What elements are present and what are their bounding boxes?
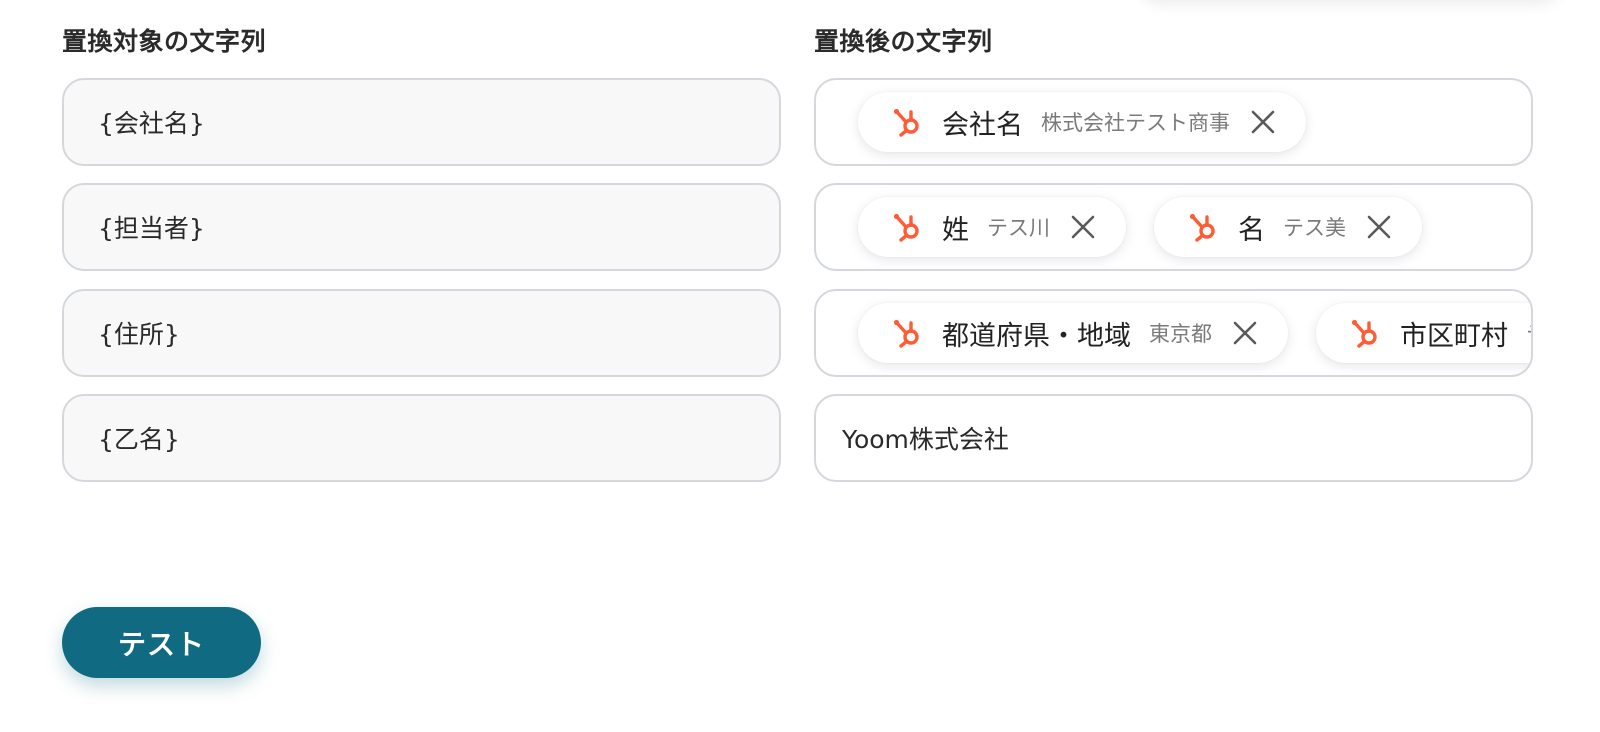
close-icon[interactable] bbox=[1070, 214, 1096, 240]
close-icon[interactable] bbox=[1232, 320, 1258, 346]
hubspot-icon bbox=[893, 108, 919, 137]
target-field-company[interactable]: {会社名} bbox=[62, 78, 781, 166]
chip-name: 都道府県・地域 bbox=[942, 320, 1131, 352]
variable-chip[interactable]: 市区町村 テ bbox=[1316, 303, 1531, 363]
close-icon[interactable] bbox=[1250, 109, 1276, 135]
chip-name: 姓 bbox=[942, 214, 969, 246]
target-field-value: {担当者} bbox=[98, 214, 205, 243]
replacement-field-party-b-name[interactable]: Yoom株式会社 bbox=[814, 394, 1533, 482]
replace-string-form: 置換対象の文字列 置換後の文字列 {会社名} 会社名 株式会社テスト商事 {担当… bbox=[0, 0, 1600, 732]
variable-chip[interactable]: 姓 テス川 bbox=[858, 197, 1126, 257]
variable-chip[interactable]: 名 テス美 bbox=[1154, 197, 1422, 257]
target-field-person[interactable]: {担当者} bbox=[62, 183, 781, 271]
chip-value: 東京都 bbox=[1149, 322, 1212, 346]
replacement-field-value: Yoom株式会社 bbox=[842, 425, 1009, 454]
chip-name: 会社名 bbox=[942, 109, 1023, 141]
hubspot-icon bbox=[893, 319, 919, 348]
chip-name: 市区町村 bbox=[1400, 320, 1508, 352]
hubspot-icon bbox=[1189, 213, 1215, 242]
replacement-field-address[interactable]: 都道府県・地域 東京都 市区町村 テ bbox=[814, 289, 1533, 377]
target-field-party-b-name[interactable]: {乙名} bbox=[62, 394, 781, 482]
chip-name: 名 bbox=[1238, 214, 1265, 246]
close-icon[interactable] bbox=[1366, 214, 1392, 240]
target-field-address[interactable]: {住所} bbox=[62, 289, 781, 377]
chip-value: テス美 bbox=[1283, 216, 1346, 240]
replacement-column-label: 置換後の文字列 bbox=[814, 27, 993, 56]
variable-chip[interactable]: 会社名 株式会社テスト商事 bbox=[858, 92, 1306, 152]
chip-value: テ bbox=[1526, 318, 1531, 348]
target-field-value: {乙名} bbox=[98, 425, 180, 454]
test-button[interactable]: テスト bbox=[62, 607, 261, 678]
target-column-label: 置換対象の文字列 bbox=[62, 27, 267, 56]
target-field-value: {会社名} bbox=[98, 109, 205, 138]
chip-value: テス川 bbox=[987, 216, 1050, 240]
chip-value: 株式会社テスト商事 bbox=[1041, 111, 1230, 135]
hubspot-icon bbox=[893, 213, 919, 242]
target-field-value: {住所} bbox=[98, 320, 180, 349]
hubspot-icon bbox=[1351, 319, 1377, 348]
replacement-field-company[interactable]: 会社名 株式会社テスト商事 bbox=[814, 78, 1533, 166]
variable-chip[interactable]: 都道府県・地域 東京都 bbox=[858, 303, 1288, 363]
replacement-field-person[interactable]: 姓 テス川 名 テス美 bbox=[814, 183, 1533, 271]
